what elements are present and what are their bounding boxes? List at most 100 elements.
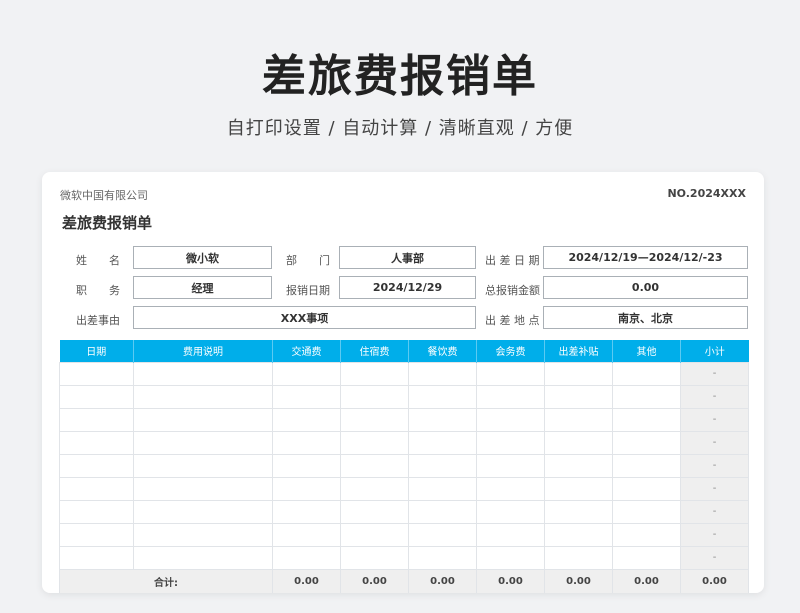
cell-conference[interactable] [476, 384, 545, 409]
form-title: 差旅费报销单 [62, 214, 153, 232]
cell-allowance[interactable] [544, 407, 613, 432]
cell-description[interactable] [133, 430, 273, 455]
cell-meals[interactable] [408, 384, 477, 409]
total-subtotal: 0.00 [680, 568, 749, 593]
cell-transport[interactable] [272, 384, 341, 409]
cell-meals[interactable] [408, 499, 477, 524]
expense-table: 日期 费用说明 交通费 住宿费 餐饮费 会务费 出差补贴 其他 小计 -----… [59, 340, 749, 593]
cell-lodging[interactable] [340, 384, 409, 409]
cell-lodging[interactable] [340, 522, 409, 547]
cell-transport[interactable] [272, 522, 341, 547]
cell-description[interactable] [133, 361, 273, 386]
location-label: 出 差 地 点 [485, 314, 540, 327]
cell-description[interactable] [133, 545, 273, 570]
department-label: 部 门 [286, 254, 330, 267]
cell-lodging[interactable] [340, 407, 409, 432]
cell-description[interactable] [133, 499, 273, 524]
cell-date[interactable] [59, 545, 134, 570]
cell-subtotal: - [680, 499, 749, 524]
table-row: - [59, 476, 749, 501]
cell-allowance[interactable] [544, 384, 613, 409]
cell-conference[interactable] [476, 499, 545, 524]
cell-allowance[interactable] [544, 522, 613, 547]
cell-transport[interactable] [272, 361, 341, 386]
cell-meals[interactable] [408, 361, 477, 386]
header-other: 其他 [612, 340, 681, 362]
cell-conference[interactable] [476, 522, 545, 547]
cell-date[interactable] [59, 361, 134, 386]
cell-date[interactable] [59, 476, 134, 501]
cell-lodging[interactable] [340, 545, 409, 570]
total-amount-field[interactable]: 0.00 [543, 276, 748, 299]
cell-lodging[interactable] [340, 499, 409, 524]
cell-meals[interactable] [408, 453, 477, 478]
cell-description[interactable] [133, 453, 273, 478]
cell-meals[interactable] [408, 476, 477, 501]
cell-allowance[interactable] [544, 545, 613, 570]
cell-date[interactable] [59, 499, 134, 524]
cell-lodging[interactable] [340, 361, 409, 386]
trip-dates-field[interactable]: 2024/12/19—2024/12/-23 [543, 246, 748, 269]
cell-transport[interactable] [272, 407, 341, 432]
cell-allowance[interactable] [544, 430, 613, 455]
name-field[interactable]: 微小软 [133, 246, 272, 269]
cell-meals[interactable] [408, 407, 477, 432]
cell-allowance[interactable] [544, 453, 613, 478]
cell-subtotal: - [680, 430, 749, 455]
cell-other[interactable] [612, 384, 681, 409]
cell-transport[interactable] [272, 430, 341, 455]
cell-other[interactable] [612, 476, 681, 501]
cell-date[interactable] [59, 384, 134, 409]
cell-conference[interactable] [476, 407, 545, 432]
reason-field[interactable]: XXX事项 [133, 306, 476, 329]
cell-other[interactable] [612, 499, 681, 524]
cell-meals[interactable] [408, 522, 477, 547]
cell-description[interactable] [133, 522, 273, 547]
cell-conference[interactable] [476, 545, 545, 570]
cell-other[interactable] [612, 407, 681, 432]
cell-conference[interactable] [476, 453, 545, 478]
cell-other[interactable] [612, 545, 681, 570]
cell-allowance[interactable] [544, 361, 613, 386]
cell-allowance[interactable] [544, 476, 613, 501]
department-field[interactable]: 人事部 [339, 246, 476, 269]
cell-transport[interactable] [272, 545, 341, 570]
cell-date[interactable] [59, 522, 134, 547]
company-name: 微软中国有限公司 [60, 189, 148, 202]
cell-description[interactable] [133, 384, 273, 409]
cell-description[interactable] [133, 407, 273, 432]
cell-transport[interactable] [272, 453, 341, 478]
cell-description[interactable] [133, 476, 273, 501]
cell-lodging[interactable] [340, 453, 409, 478]
cell-conference[interactable] [476, 361, 545, 386]
cell-other[interactable] [612, 453, 681, 478]
cell-other[interactable] [612, 361, 681, 386]
total-allowance: 0.00 [544, 568, 613, 593]
position-field[interactable]: 经理 [133, 276, 272, 299]
cell-allowance[interactable] [544, 499, 613, 524]
report-date-field[interactable]: 2024/12/29 [339, 276, 476, 299]
cell-subtotal: - [680, 384, 749, 409]
table-row: - [59, 545, 749, 570]
header-date: 日期 [59, 340, 134, 362]
cell-transport[interactable] [272, 476, 341, 501]
cell-date[interactable] [59, 453, 134, 478]
cell-other[interactable] [612, 430, 681, 455]
cell-lodging[interactable] [340, 476, 409, 501]
cell-meals[interactable] [408, 430, 477, 455]
cell-date[interactable] [59, 430, 134, 455]
table-row: - [59, 384, 749, 409]
table-row: - [59, 522, 749, 547]
table-header-row: 日期 费用说明 交通费 住宿费 餐饮费 会务费 出差补贴 其他 小计 [59, 340, 749, 362]
cell-lodging[interactable] [340, 430, 409, 455]
cell-other[interactable] [612, 522, 681, 547]
total-label: 合计: [59, 568, 273, 593]
cell-conference[interactable] [476, 476, 545, 501]
position-label: 职 务 [76, 284, 120, 297]
cell-transport[interactable] [272, 499, 341, 524]
cell-date[interactable] [59, 407, 134, 432]
cell-meals[interactable] [408, 545, 477, 570]
cell-conference[interactable] [476, 430, 545, 455]
total-row: 合计: 0.00 0.00 0.00 0.00 0.00 0.00 0.00 [59, 568, 749, 593]
location-field[interactable]: 南京、北京 [543, 306, 748, 329]
